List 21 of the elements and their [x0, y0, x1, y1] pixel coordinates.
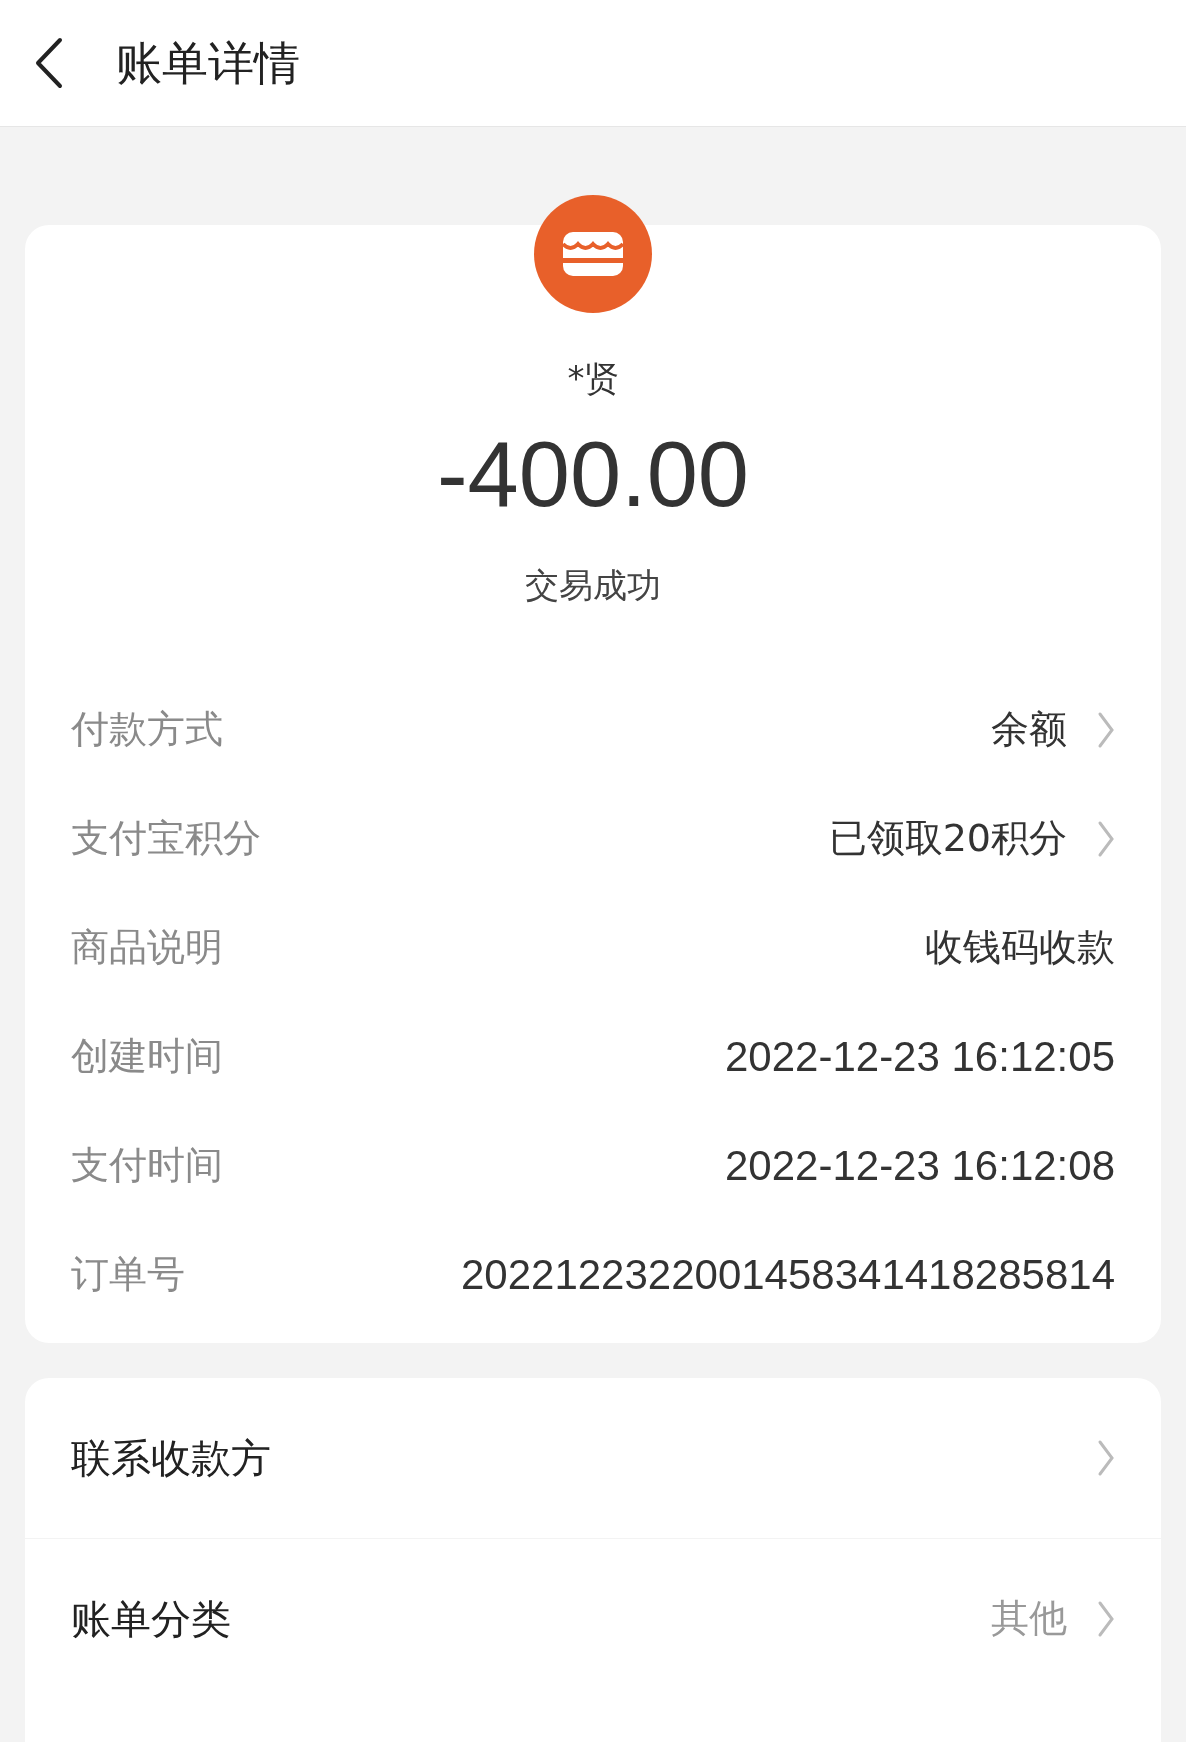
- detail-label: 支付宝积分: [71, 815, 261, 862]
- page-title: 账单详情: [116, 34, 300, 92]
- action-value: 其他: [991, 1595, 1067, 1642]
- detail-label: 订单号: [71, 1251, 185, 1298]
- detail-label: 付款方式: [71, 706, 223, 753]
- detail-value: 2022122322001458341418285814: [460, 1250, 1115, 1300]
- detail-label: 创建时间: [71, 1033, 223, 1080]
- chevron-icon: [1097, 1439, 1115, 1477]
- action-label: 联系收款方: [71, 1434, 271, 1483]
- detail-value: 余额: [991, 706, 1067, 753]
- chevron-icon: [1097, 1599, 1115, 1638]
- action-label: 账单分类: [71, 1594, 231, 1644]
- detail-value: 已领取20积分: [828, 815, 1067, 862]
- detail-value: 2022-12-23 16:12:05: [725, 1032, 1115, 1082]
- detail-label: 支付时间: [71, 1142, 223, 1189]
- detail-label: 商品说明: [71, 924, 223, 971]
- detail-value: 收钱码收款: [925, 924, 1115, 971]
- amount-text: -400.00: [437, 428, 749, 520]
- detail-value: 2022-12-23 16:12:08: [725, 1141, 1115, 1191]
- status-text: 交易成功: [525, 564, 661, 607]
- payee-name: *贤: [567, 357, 619, 400]
